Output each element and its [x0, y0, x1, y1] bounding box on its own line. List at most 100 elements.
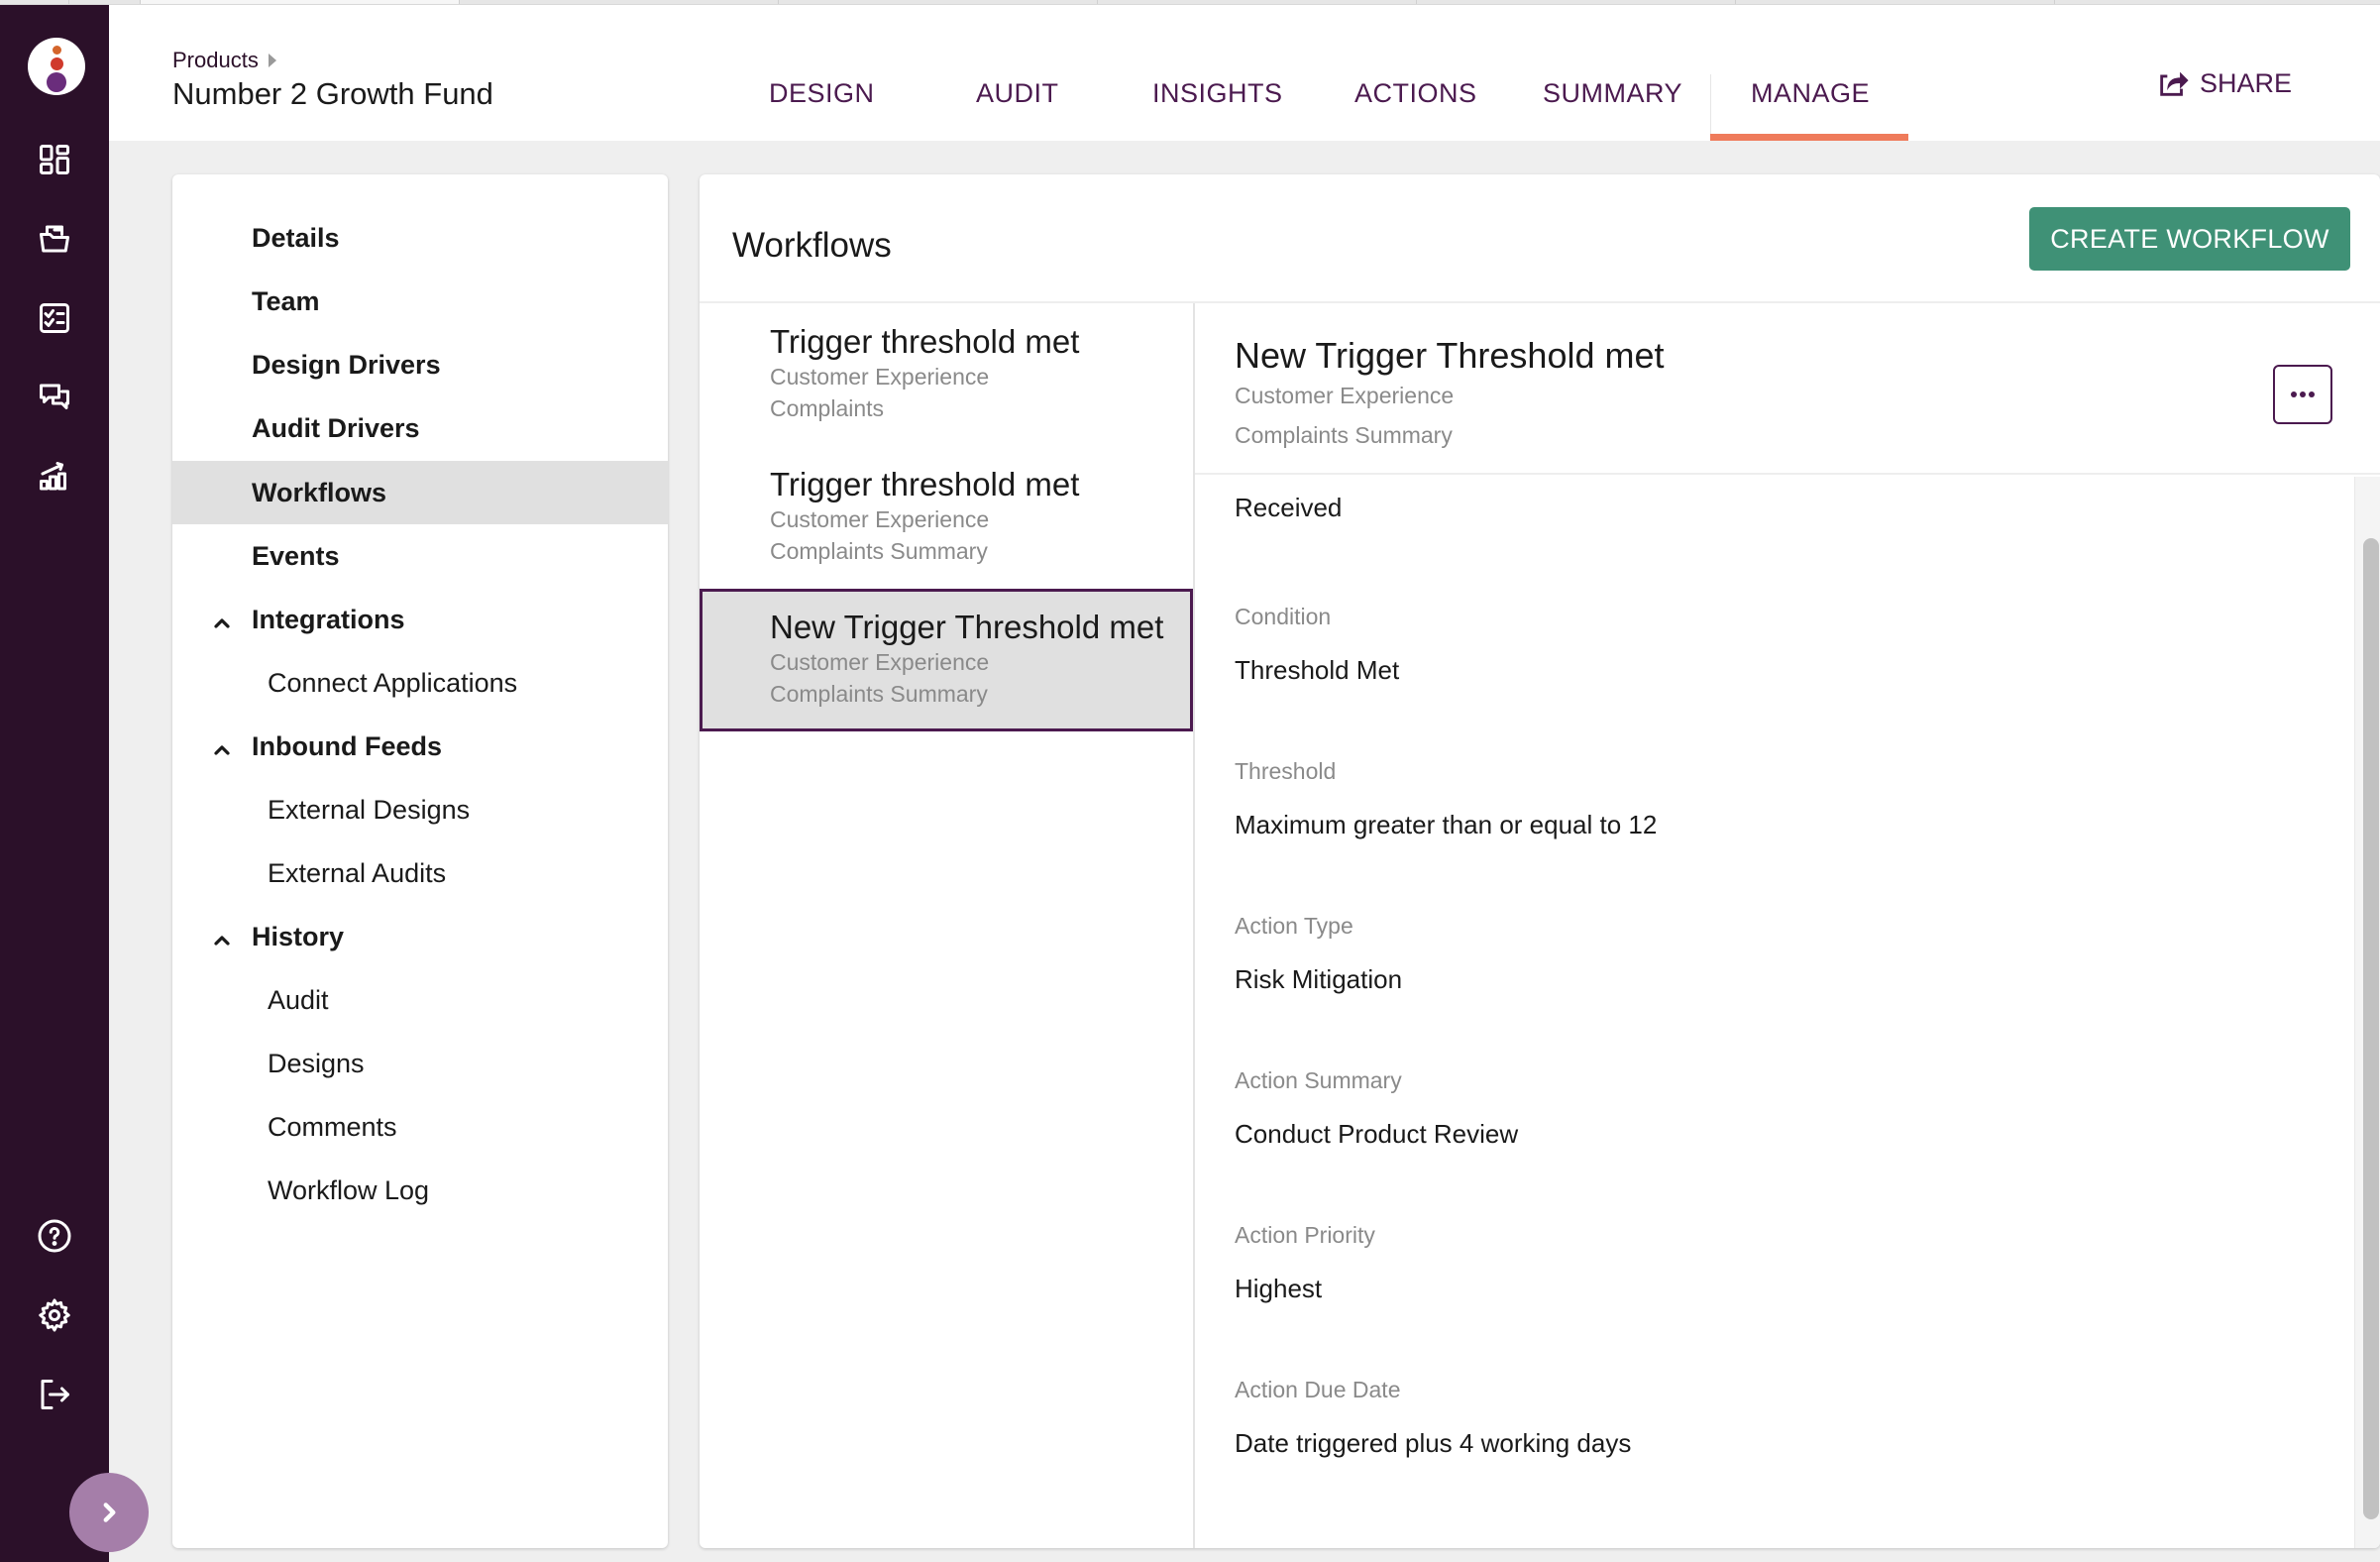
- workflow-category: Customer Experience: [770, 506, 990, 532]
- chevron-right-icon: [103, 1503, 116, 1522]
- workflow-source: Complaints Summary: [770, 681, 988, 707]
- active-tab-indicator: [1710, 134, 1908, 141]
- nav-item-history-comments[interactable]: Comments: [172, 1095, 668, 1159]
- help-icon[interactable]: [35, 1216, 74, 1256]
- comments-icon[interactable]: [35, 378, 74, 417]
- settings-icon[interactable]: [35, 1295, 74, 1335]
- workflows-panel: Workflows CREATE WORKFLOW Trigger thresh…: [700, 174, 2380, 1548]
- nav-item-label: External Audits: [268, 857, 447, 888]
- nav-item-history-designs[interactable]: Designs: [172, 1032, 668, 1095]
- browser-tab[interactable]: [779, 0, 1098, 4]
- workflow-name: New Trigger Threshold met: [770, 609, 1164, 645]
- more-horizontal-icon: [2290, 391, 2317, 397]
- chevron-up-icon[interactable]: [212, 610, 232, 629]
- field-value: Highest: [1235, 1274, 1323, 1303]
- nav-item-team[interactable]: Team: [172, 270, 668, 333]
- dashboard-icon[interactable]: [35, 140, 74, 179]
- workflow-source: Complaints Summary: [770, 538, 988, 564]
- nav-item-connect-applications[interactable]: Connect Applications: [172, 651, 668, 715]
- nav-item-label: Team: [252, 285, 320, 316]
- share-button[interactable]: SHARE: [2156, 66, 2292, 100]
- field-label: Action Due Date: [1235, 1377, 1401, 1402]
- analytics-icon[interactable]: [35, 457, 74, 497]
- field-value: Date triggered plus 4 working days: [1235, 1428, 1632, 1458]
- nav-item-label: Comments: [268, 1111, 397, 1142]
- tab-actions[interactable]: ACTIONS: [1354, 78, 1477, 109]
- nav-item-external-audits[interactable]: External Audits: [172, 841, 668, 905]
- checklist-icon[interactable]: [35, 298, 74, 338]
- browser-tab[interactable]: [1098, 0, 1417, 4]
- field-action-summary: Action Summary Conduct Product Review: [1235, 1067, 1518, 1150]
- expand-sidebar-button[interactable]: [69, 1473, 149, 1552]
- nav-item-workflows[interactable]: Workflows: [172, 461, 668, 524]
- detail-scrollbar[interactable]: [2354, 477, 2380, 1548]
- workflow-name: Trigger threshold met: [770, 323, 1080, 360]
- nav-item-label: Design Drivers: [252, 349, 441, 380]
- workflow-list-item[interactable]: Trigger threshold met Customer Experienc…: [700, 303, 1193, 446]
- chevron-up-icon[interactable]: [212, 927, 232, 947]
- detail-workflow-category: Customer Experience: [1235, 383, 1455, 408]
- more-options-button[interactable]: [2273, 365, 2332, 424]
- browser-tab[interactable]: [460, 0, 779, 4]
- nav-item-label: External Designs: [268, 794, 471, 825]
- field-label: Condition: [1235, 604, 1332, 629]
- breadcrumb-caret-icon: [268, 54, 276, 67]
- field-action-type: Action Type Risk Mitigation: [1235, 913, 1402, 995]
- field-condition: Condition Threshold Met: [1235, 604, 1399, 686]
- field-value: Received: [1235, 493, 1343, 522]
- field-value: Risk Mitigation: [1235, 964, 1403, 994]
- nav-group-inbound-feeds[interactable]: Inbound Feeds: [172, 715, 668, 778]
- nav-group-integrations[interactable]: Integrations: [172, 588, 668, 651]
- breadcrumb-products[interactable]: Products: [172, 48, 259, 73]
- tab-audit[interactable]: AUDIT: [976, 78, 1059, 109]
- tab-manage[interactable]: MANAGE: [1751, 78, 1870, 109]
- tab-separator: [1710, 74, 1711, 134]
- nav-item-audit-drivers[interactable]: Audit Drivers: [172, 396, 668, 460]
- nav-item-label: Events: [252, 540, 340, 571]
- browser-tab[interactable]: [0, 0, 69, 4]
- brand-logo[interactable]: [28, 38, 85, 95]
- workflow-detail-body: Received Condition Threshold Met Thresho…: [1195, 477, 2354, 1548]
- field-label: Action Type: [1235, 913, 1353, 939]
- nav-item-label: Audit: [268, 984, 329, 1015]
- browser-tab[interactable]: [1417, 0, 1736, 4]
- detail-workflow-name: New Trigger Threshold met: [1235, 335, 1665, 376]
- nav-item-workflow-log[interactable]: Workflow Log: [172, 1159, 668, 1222]
- nav-item-design-drivers[interactable]: Design Drivers: [172, 333, 668, 396]
- nav-item-label: Details: [252, 222, 340, 253]
- nav-item-history-audit[interactable]: Audit: [172, 968, 668, 1032]
- field-label: Threshold: [1235, 758, 1337, 784]
- browser-tab-active[interactable]: [141, 0, 460, 4]
- breadcrumb: Products: [172, 48, 276, 73]
- nav-item-label: Audit Drivers: [252, 412, 420, 443]
- page-header: Products Number 2 Growth Fund DESIGN AUD…: [109, 5, 2380, 141]
- tab-design[interactable]: DESIGN: [769, 78, 875, 109]
- detail-workflow-source: Complaints Summary: [1235, 422, 1453, 448]
- field-action-priority: Action Priority Highest: [1235, 1222, 1375, 1304]
- nav-group-label: History: [252, 921, 345, 951]
- nav-group-history[interactable]: History: [172, 905, 668, 968]
- tab-insights[interactable]: INSIGHTS: [1152, 78, 1283, 109]
- workflow-list-item-selected[interactable]: New Trigger Threshold met Customer Exper…: [700, 589, 1193, 731]
- logout-icon[interactable]: [35, 1375, 74, 1414]
- create-workflow-button[interactable]: CREATE WORKFLOW: [2029, 207, 2350, 271]
- field-received: Received: [1235, 493, 1342, 523]
- nav-item-details[interactable]: Details: [172, 206, 668, 270]
- folder-icon[interactable]: [35, 219, 74, 259]
- workflow-category: Customer Experience: [770, 364, 990, 390]
- tab-summary[interactable]: SUMMARY: [1543, 78, 1682, 109]
- chevron-up-icon[interactable]: [212, 736, 232, 756]
- page-title: Number 2 Growth Fund: [172, 76, 493, 111]
- browser-tab[interactable]: [69, 0, 141, 4]
- workflow-list-item[interactable]: Trigger threshold met Customer Experienc…: [700, 446, 1193, 589]
- nav-group-label: Integrations: [252, 604, 405, 634]
- nav-item-label: Designs: [268, 1048, 365, 1078]
- nav-item-external-designs[interactable]: External Designs: [172, 778, 668, 841]
- nav-item-label: Workflow Log: [268, 1174, 430, 1205]
- browser-tab[interactable]: [1736, 0, 2055, 4]
- nav-item-events[interactable]: Events: [172, 524, 668, 588]
- field-threshold: Threshold Maximum greater than or equal …: [1235, 758, 1657, 840]
- scrollbar-thumb[interactable]: [2363, 538, 2379, 1519]
- nav-item-label: Workflows: [252, 477, 387, 507]
- workflow-detail-header: New Trigger Threshold met Customer Exper…: [1195, 303, 2380, 475]
